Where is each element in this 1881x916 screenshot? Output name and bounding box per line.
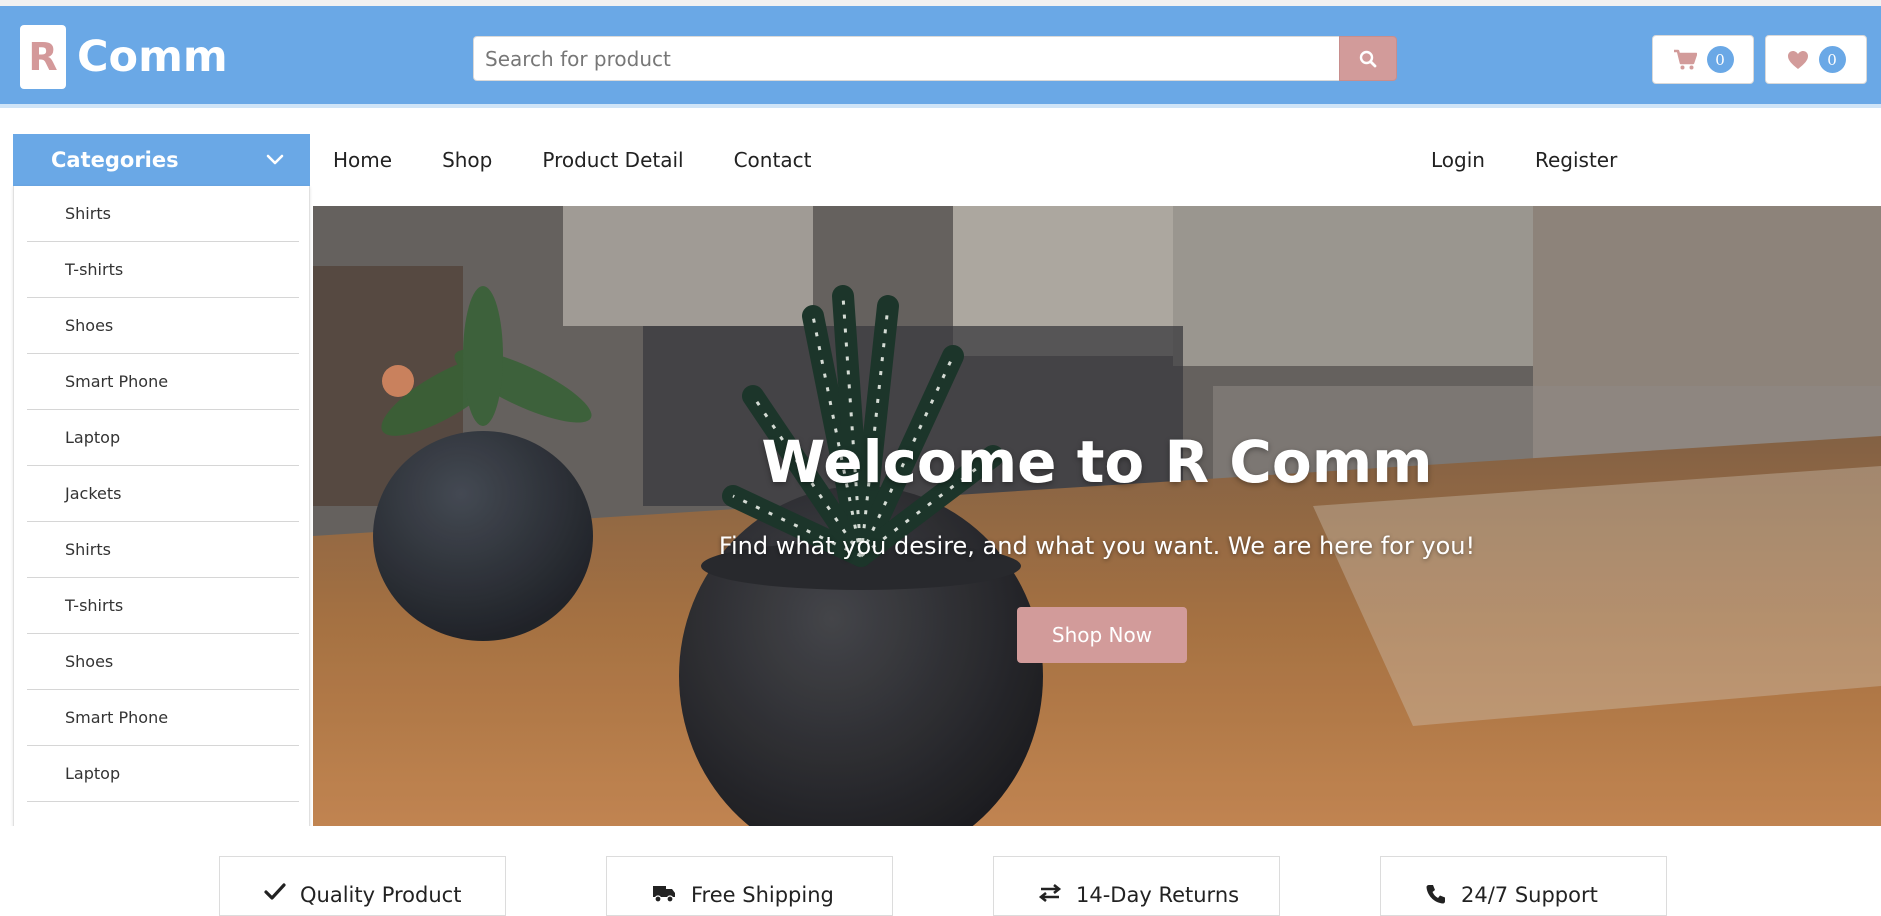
feature-free-shipping: Free Shipping: [606, 856, 893, 916]
hero-subtitle: Find what you desire, and what you want.…: [718, 532, 1476, 560]
category-item[interactable]: T-shirts: [27, 242, 299, 298]
feature-label: Free Shipping: [691, 883, 834, 907]
category-item[interactable]: Shoes: [27, 634, 299, 690]
nav-register[interactable]: Register: [1535, 148, 1617, 172]
categories-dropdown: Shirts T-shirts Shoes Smart Phone Laptop…: [13, 186, 310, 828]
site-logo[interactable]: R Comm: [20, 25, 228, 89]
heart-icon: [1787, 50, 1808, 69]
category-item[interactable]: Jackets: [27, 466, 299, 522]
hero-title: Welcome to R Comm: [761, 428, 1433, 496]
category-item[interactable]: Laptop: [27, 410, 299, 466]
nav-shop[interactable]: Shop: [442, 148, 492, 172]
feature-support: 24/7 Support: [1380, 856, 1667, 916]
search-bar: [473, 36, 1397, 81]
truck-icon: [651, 883, 677, 903]
nav-login[interactable]: Login: [1431, 148, 1485, 172]
cart-icon: [1673, 49, 1697, 69]
category-item[interactable]: Smart Phone: [27, 690, 299, 746]
category-item[interactable]: Shirts: [27, 522, 299, 578]
feature-returns: 14-Day Returns: [993, 856, 1280, 916]
logo-mark: R: [20, 25, 66, 89]
shop-now-button[interactable]: Shop Now: [1017, 607, 1187, 663]
main-nav: Home Shop Product Detail Contact: [333, 134, 861, 186]
cart-button[interactable]: 0: [1652, 35, 1754, 84]
chevron-down-icon: [266, 154, 284, 165]
hero-banner: Welcome to R Comm Find what you desire, …: [313, 206, 1881, 826]
nav-product-detail[interactable]: Product Detail: [542, 148, 683, 172]
category-item[interactable]: Shoes: [27, 298, 299, 354]
logo-text: Comm: [77, 32, 228, 82]
nav-contact[interactable]: Contact: [734, 148, 812, 172]
phone-icon: [1425, 883, 1447, 905]
site-header: R Comm 0 0: [0, 6, 1881, 108]
category-item[interactable]: Laptop: [27, 746, 299, 802]
feature-label: 14-Day Returns: [1076, 883, 1240, 907]
nav-home[interactable]: Home: [333, 148, 392, 172]
category-item[interactable]: Shirts: [27, 186, 299, 242]
feature-quality-product: Quality Product: [219, 856, 506, 916]
cart-count-badge: 0: [1706, 46, 1734, 73]
hero-background-image: [313, 206, 1881, 826]
categories-toggle[interactable]: Categories: [13, 134, 310, 186]
check-icon: [264, 883, 286, 901]
category-item[interactable]: T-shirts: [27, 578, 299, 634]
search-button[interactable]: [1339, 36, 1397, 81]
account-nav: Login Register: [1431, 134, 1667, 186]
wishlist-count-badge: 0: [1818, 46, 1846, 73]
category-item[interactable]: Smart Phone: [27, 354, 299, 410]
feature-label: Quality Product: [300, 883, 462, 907]
search-icon: [1359, 50, 1377, 67]
categories-label: Categories: [51, 148, 179, 172]
feature-label: 24/7 Support: [1461, 883, 1598, 907]
exchange-icon: [1038, 883, 1062, 903]
search-input[interactable]: [473, 36, 1339, 81]
wishlist-button[interactable]: 0: [1765, 35, 1867, 84]
